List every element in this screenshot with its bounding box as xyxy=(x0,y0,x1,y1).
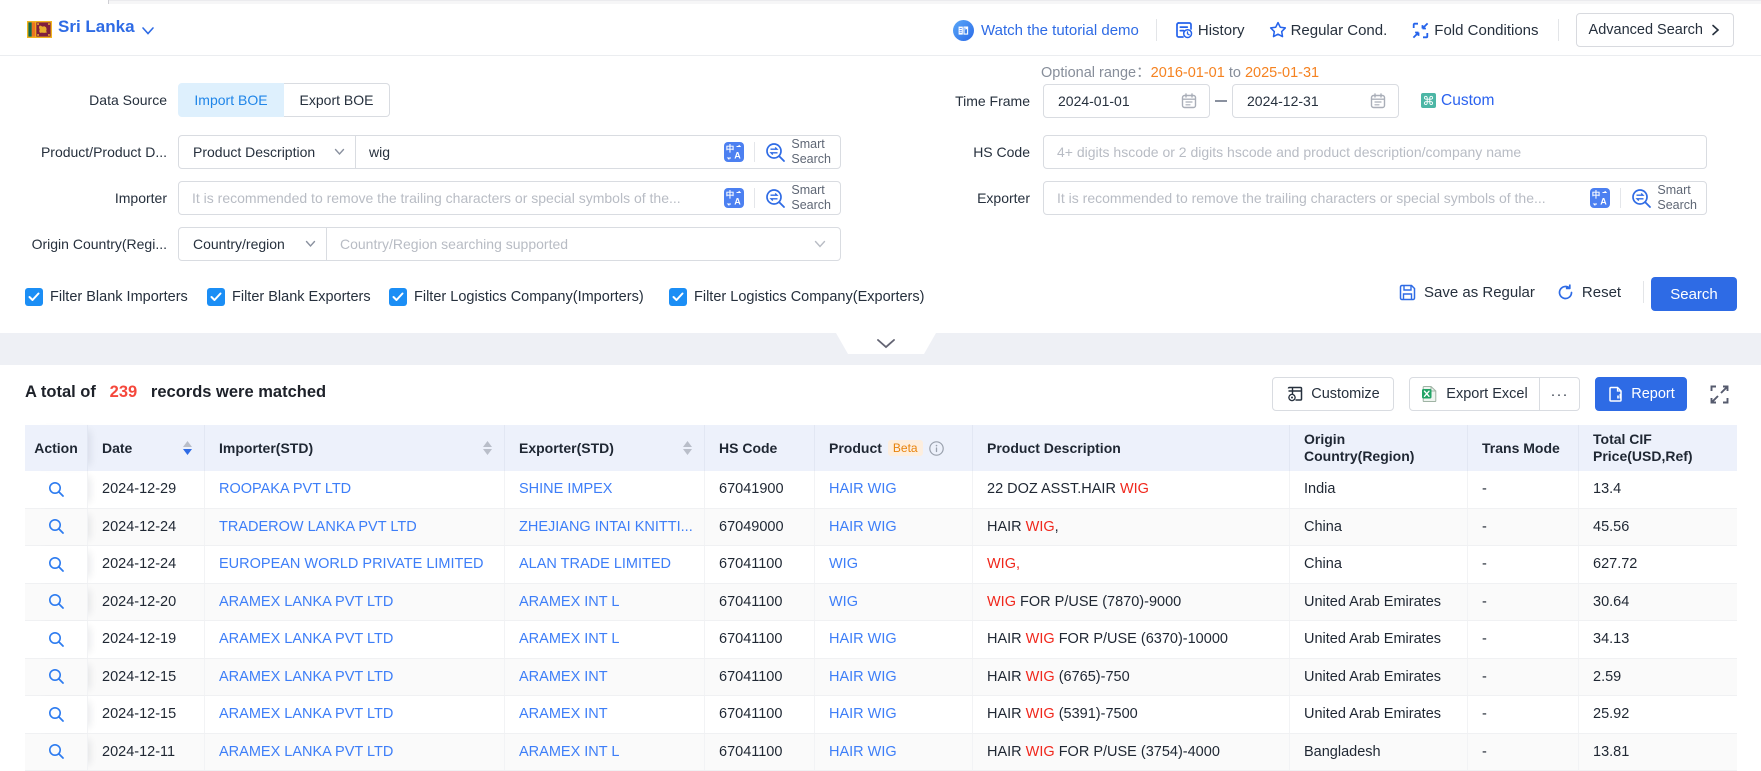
svg-text:中: 中 xyxy=(726,190,735,200)
svg-text:A: A xyxy=(735,197,742,207)
svg-text:中: 中 xyxy=(1592,190,1601,200)
svg-text:A: A xyxy=(735,151,742,161)
svg-text:A: A xyxy=(1601,197,1608,207)
svg-text:中: 中 xyxy=(726,144,735,154)
